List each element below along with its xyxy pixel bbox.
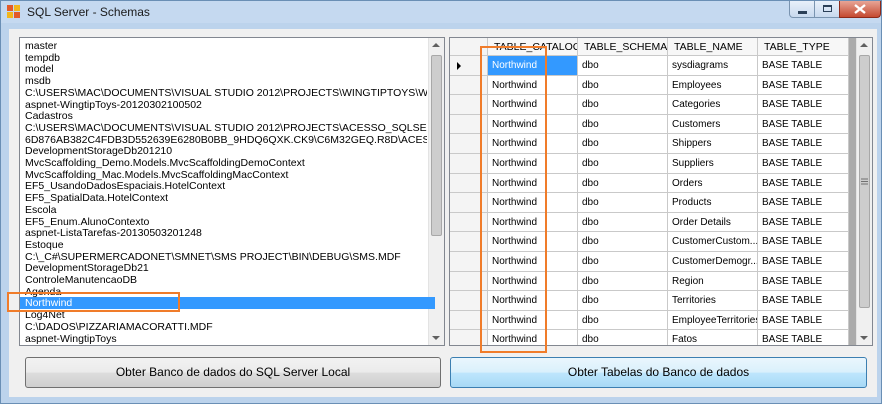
catalog-column-highlight [480,46,547,353]
table-cell[interactable]: dbo [578,291,668,311]
title-bar[interactable]: SQL Server - Schemas [1,1,881,23]
table-cell[interactable]: BASE TABLE [758,173,849,194]
table-cell[interactable]: dbo [578,193,668,213]
list-item[interactable]: Cadastros [23,110,427,122]
table-cell[interactable]: BASE TABLE [758,114,849,135]
table-cell[interactable]: dbo [578,232,668,252]
table-cell[interactable]: dbo [578,56,668,76]
table-cell[interactable]: Order Details [668,212,758,233]
table-cell[interactable]: Orders [668,173,758,194]
table-cell[interactable]: CustomerDemogr... [668,252,758,272]
close-button[interactable] [839,1,881,18]
window-title: SQL Server - Schemas [27,5,150,19]
list-item[interactable]: C:\DADOS\PIZZARIAMACORATTI.MDF [23,321,427,333]
table-cell[interactable]: BASE TABLE [758,75,849,96]
list-item[interactable]: DevelopmentStorageDb21 [23,262,427,274]
table-cell[interactable]: Region [668,271,758,292]
table-cell[interactable]: BASE TABLE [758,271,849,292]
maximize-icon [823,5,832,12]
scroll-up-icon[interactable] [860,43,868,47]
table-cell[interactable]: BASE TABLE [758,252,849,272]
form-client-area: master tempdb model msdb C:\USERS\MAC\DOCUME… [7,29,877,397]
list-item[interactable]: Escola [23,204,427,216]
list-item[interactable]: C:\USERS\MAC\DOCUMENTS\VISUAL STUDIO 201… [23,122,427,134]
table-cell[interactable]: dbo [578,134,668,154]
column-header-table-schema[interactable]: TABLE_SCHEMA [578,38,668,56]
table-cell[interactable]: BASE TABLE [758,154,849,174]
minimize-button[interactable] [789,1,815,18]
list-item[interactable]: MvcScaffolding_Demo.Models.MvcScaffoldin… [23,157,427,169]
scroll-grip-icon [861,178,868,185]
table-cell[interactable]: Shippers [668,134,758,154]
table-cell[interactable]: BASE TABLE [758,212,849,233]
list-item[interactable]: msdb [23,75,427,87]
list-item[interactable]: aspnet-WingtipToys-20120302100502 [23,99,427,111]
list-item[interactable]: Estoque [23,239,427,251]
table-cell[interactable]: BASE TABLE [758,330,849,345]
table-cell[interactable]: dbo [578,252,668,272]
list-item[interactable]: C:\USERS\MAC\DOCUMENTS\VISUAL STUDIO 201… [23,87,427,99]
table-cell[interactable]: Territories [668,291,758,311]
maximize-button[interactable] [814,1,840,18]
table-cell[interactable]: BASE TABLE [758,291,849,311]
table-cell[interactable]: dbo [578,271,668,292]
table-cell[interactable]: dbo [578,173,668,194]
list-item[interactable]: 6D876AB382C4FDB3D552639E6280B0BB_9HDQ6QX… [23,134,427,146]
scroll-down-icon[interactable] [860,336,868,340]
list-item[interactable]: EF5_UsandoDadosEspaciais.HotelContext [23,180,427,192]
table-cell[interactable]: dbo [578,75,668,96]
tables-grid-scroll-thumb[interactable] [859,55,870,308]
table-cell[interactable]: BASE TABLE [758,134,849,154]
current-row-indicator-icon [457,62,461,70]
list-item[interactable]: EF5_SpatialData.HotelContext [23,192,427,204]
database-list-scroll-thumb[interactable] [431,55,442,236]
list-item[interactable]: tempdb [23,52,427,64]
close-icon [854,4,866,14]
table-cell[interactable]: BASE TABLE [758,56,849,76]
get-databases-button[interactable]: Obter Banco de dados do SQL Server Local [25,357,441,388]
table-cell[interactable]: BASE TABLE [758,95,849,115]
table-cell[interactable]: dbo [578,310,668,331]
list-item[interactable]: master [23,40,427,52]
table-cell[interactable]: Fatos [668,330,758,345]
get-tables-button[interactable]: Obter Tabelas do Banco de dados [450,357,867,388]
table-cell[interactable]: BASE TABLE [758,310,849,331]
list-item[interactable]: model [23,63,427,75]
table-cell[interactable]: CustomerCustom... [668,232,758,252]
list-item[interactable]: aspnet-WingtipToys [23,333,427,345]
table-cell[interactable]: BASE TABLE [758,232,849,252]
list-item[interactable]: EF5_Enum.AlunoContexto [23,216,427,228]
minimize-icon [798,11,807,14]
list-item[interactable]: DevelopmentStorageDb201210 [23,145,427,157]
list-item[interactable]: C:\_C#\SUPERMERCADONET\SMNET\SMS PROJECT… [23,251,427,263]
table-cell[interactable]: sysdiagrams [668,56,758,76]
table-cell[interactable]: dbo [578,330,668,345]
list-item[interactable]: aspnet-ListaTarefas-20130503201248 [23,227,427,239]
table-cell[interactable]: Categories [668,95,758,115]
table-cell[interactable]: Products [668,193,758,213]
table-cell[interactable]: Customers [668,114,758,135]
list-item[interactable]: MvcScaffolding_Mac.Models.MvcScaffolding… [23,169,427,181]
column-header-table-type[interactable]: TABLE_TYPE [758,38,849,56]
scroll-up-icon[interactable] [432,43,440,47]
table-cell[interactable]: Employees [668,75,758,96]
table-cell[interactable]: Suppliers [668,154,758,174]
column-header-table-name[interactable]: TABLE_NAME [668,38,758,56]
selected-database-highlight [7,292,180,312]
table-cell[interactable]: dbo [578,154,668,174]
app-icon [7,5,21,19]
table-cell[interactable]: BASE TABLE [758,193,849,213]
scroll-down-icon[interactable] [432,336,440,340]
table-cell[interactable]: dbo [578,212,668,233]
tables-grid-scrollbar[interactable] [856,38,872,345]
table-cell[interactable]: EmployeeTerritories [668,310,758,331]
list-item[interactable]: ControleManutencaoDB [23,274,427,286]
table-cell[interactable]: dbo [578,114,668,135]
table-cell[interactable]: dbo [578,95,668,115]
main-window: SQL Server - Schemas master tempdb model ms… [0,0,882,404]
